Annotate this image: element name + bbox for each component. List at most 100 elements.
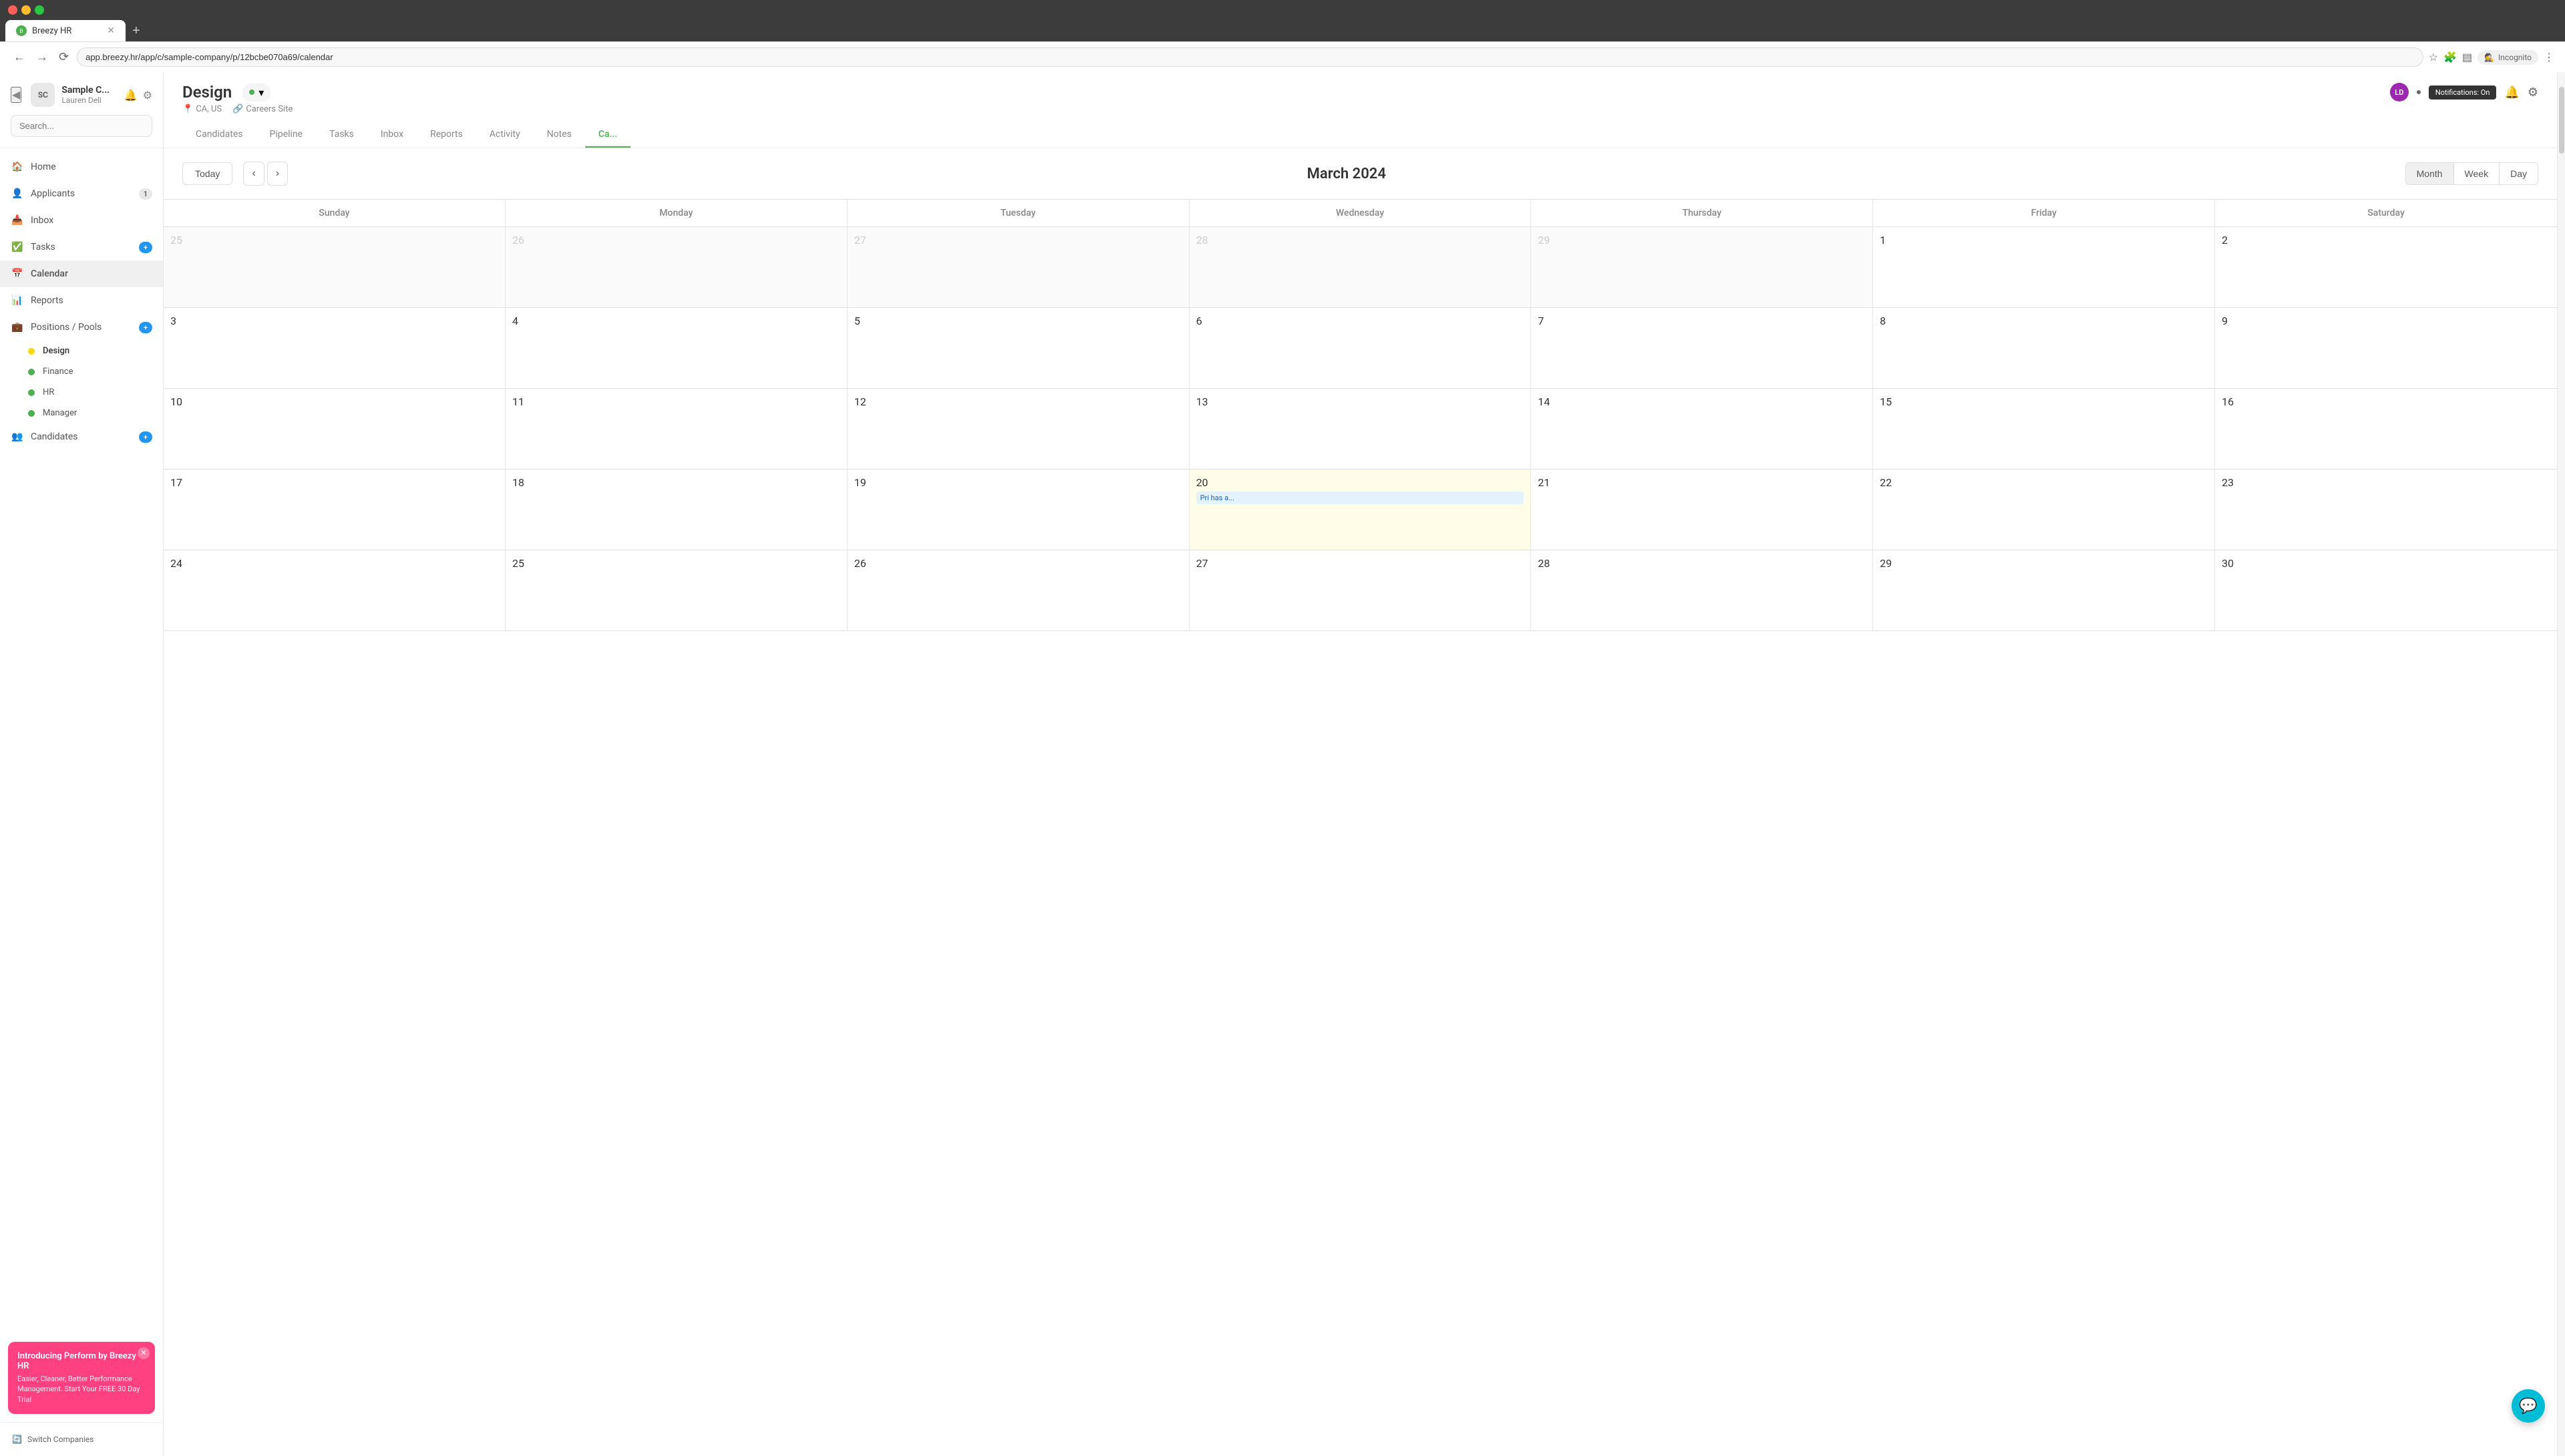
calendar-cell[interactable]: 1 bbox=[1873, 227, 2215, 307]
switch-companies-button[interactable]: 🔄 Switch Companies bbox=[8, 1431, 155, 1448]
sidebar-item-reports[interactable]: 📊 Reports bbox=[0, 287, 163, 314]
sidebar-promo: ✕ Introducing Perform by Breezy HR Easie… bbox=[8, 1342, 155, 1414]
calendar-cell[interactable]: 2 bbox=[2215, 227, 2557, 307]
tab-close-button[interactable]: ✕ bbox=[107, 25, 115, 36]
sidebar-item-calendar[interactable]: 📅 Calendar bbox=[0, 260, 163, 287]
bookmark-icon[interactable]: ☆ bbox=[2429, 51, 2438, 63]
close-window-button[interactable] bbox=[8, 5, 17, 15]
calendar-cell[interactable]: 23 bbox=[2215, 470, 2557, 550]
new-tab-button[interactable]: + bbox=[127, 21, 146, 41]
calendar-cell[interactable]: 8 bbox=[1873, 308, 2215, 388]
tab-notes[interactable]: Notes bbox=[534, 122, 585, 148]
sub-item-hr[interactable]: HR bbox=[0, 382, 163, 403]
tab-favicon: B bbox=[16, 25, 27, 36]
promo-close-button[interactable]: ✕ bbox=[138, 1347, 150, 1359]
calendar-week-1: 25 26 27 28 29 bbox=[164, 227, 2557, 308]
tab-reports[interactable]: Reports bbox=[417, 122, 476, 148]
calendar-cell[interactable]: 14 bbox=[1531, 389, 1873, 469]
notification-bell-position-icon[interactable]: 🔔 bbox=[2504, 85, 2519, 100]
sidebar-item-label: Inbox bbox=[31, 215, 53, 226]
tab-pipeline[interactable]: Pipeline bbox=[256, 122, 317, 148]
calendar-cell[interactable]: 6 bbox=[1190, 308, 1532, 388]
calendar-controls: Today ‹ › March 2024 Month Week Day bbox=[164, 148, 2557, 199]
calendar-cell[interactable]: 28 bbox=[1531, 550, 1873, 630]
scrollbar-thumb[interactable] bbox=[2559, 87, 2564, 154]
calendar-cell[interactable]: 11 bbox=[506, 389, 848, 469]
tab-calendar[interactable]: Ca... bbox=[585, 122, 631, 148]
calendar-cell[interactable]: 19 bbox=[848, 470, 1190, 550]
calendar-cell[interactable]: 26 bbox=[506, 227, 848, 307]
cell-date: 18 bbox=[512, 476, 840, 489]
sub-item-design[interactable]: Design bbox=[0, 341, 163, 361]
browser-tab-active[interactable]: B Breezy HR ✕ bbox=[5, 20, 126, 41]
prev-month-button[interactable]: ‹ bbox=[243, 162, 264, 186]
browser-tabs: B Breezy HR ✕ + bbox=[0, 20, 2565, 41]
position-careers-link[interactable]: 🔗 Careers Site bbox=[232, 104, 293, 114]
calendar-cell[interactable]: 4 bbox=[506, 308, 848, 388]
sidebar-item-candidates[interactable]: 👥 Candidates + bbox=[0, 423, 163, 450]
calendar-week-2: 3 4 5 6 7 8 9 bbox=[164, 308, 2557, 389]
calendar-cell[interactable]: 15 bbox=[1873, 389, 2215, 469]
calendar-cell[interactable]: 27 bbox=[848, 227, 1190, 307]
calendar-cell[interactable]: 3 bbox=[164, 308, 506, 388]
sub-item-manager[interactable]: Manager bbox=[0, 403, 163, 423]
today-button[interactable]: Today bbox=[182, 162, 232, 185]
tab-activity[interactable]: Activity bbox=[476, 122, 534, 148]
sub-item-finance[interactable]: Finance bbox=[0, 361, 163, 382]
status-dropdown-icon[interactable]: ▾ bbox=[259, 86, 264, 99]
calendar-cell[interactable]: 7 bbox=[1531, 308, 1873, 388]
calendar-cell[interactable]: 16 bbox=[2215, 389, 2557, 469]
cell-date: 26 bbox=[854, 557, 1182, 570]
calendar-cell[interactable]: 28 bbox=[1190, 227, 1532, 307]
calendar-cell[interactable]: 24 bbox=[164, 550, 506, 630]
calendar-cell[interactable]: 25 bbox=[506, 550, 848, 630]
sidebar-item-applicants[interactable]: 👤 Applicants 1 bbox=[0, 180, 163, 207]
calendar-cell[interactable]: 5 bbox=[848, 308, 1190, 388]
tab-tasks[interactable]: Tasks bbox=[316, 122, 367, 148]
calendar-cell[interactable]: 26 bbox=[848, 550, 1190, 630]
sidebar-item-positions-pools[interactable]: 💼 Positions / Pools + bbox=[0, 314, 163, 341]
calendar-cell[interactable]: 27 bbox=[1190, 550, 1532, 630]
sidebar-item-home[interactable]: 🏠 Home bbox=[0, 154, 163, 180]
month-view-button[interactable]: Month bbox=[2406, 163, 2454, 184]
next-month-button[interactable]: › bbox=[267, 162, 288, 186]
sidebar-item-tasks[interactable]: ✅ Tasks + bbox=[0, 234, 163, 260]
calendar-week-3: 10 11 12 13 14 15 16 bbox=[164, 389, 2557, 470]
menu-icon[interactable]: ⋮ bbox=[2544, 51, 2554, 63]
extensions-icon[interactable]: 🧩 bbox=[2443, 51, 2457, 63]
home-icon: 🏠 bbox=[11, 160, 24, 174]
calendar-cell[interactable]: 25 bbox=[164, 227, 506, 307]
calendar-cell[interactable]: 12 bbox=[848, 389, 1190, 469]
settings-position-icon[interactable]: ⚙ bbox=[2528, 85, 2538, 100]
back-button[interactable]: ← bbox=[11, 47, 28, 67]
search-input[interactable] bbox=[11, 115, 152, 137]
week-view-button[interactable]: Week bbox=[2454, 163, 2500, 184]
scrollbar[interactable] bbox=[2557, 72, 2565, 1456]
calendar-cell[interactable]: 13 bbox=[1190, 389, 1532, 469]
reload-button[interactable]: ⟳ bbox=[56, 47, 71, 67]
calendar-cell[interactable]: 22 bbox=[1873, 470, 2215, 550]
calendar-cell[interactable]: 21 bbox=[1531, 470, 1873, 550]
calendar-cell[interactable]: 9 bbox=[2215, 308, 2557, 388]
calendar-cell[interactable]: 29 bbox=[1873, 550, 2215, 630]
day-view-button[interactable]: Day bbox=[2500, 163, 2538, 184]
calendar-cell[interactable]: 17 bbox=[164, 470, 506, 550]
calendar-event[interactable]: Pri has a... bbox=[1196, 492, 1524, 504]
settings-gear-icon[interactable]: ⚙ bbox=[143, 89, 152, 102]
calendar-cell[interactable]: 18 bbox=[506, 470, 848, 550]
calendar-cell-20[interactable]: 20 Pri has a... bbox=[1190, 470, 1532, 550]
calendar-cell[interactable]: 30 bbox=[2215, 550, 2557, 630]
chat-bubble[interactable]: 💬 bbox=[2512, 1389, 2545, 1423]
calendar-cell[interactable]: 10 bbox=[164, 389, 506, 469]
forward-button[interactable]: → bbox=[33, 47, 51, 67]
notification-bell-icon[interactable]: 🔔 bbox=[124, 89, 138, 102]
maximize-window-button[interactable] bbox=[35, 5, 44, 15]
minimize-window-button[interactable] bbox=[21, 5, 31, 15]
address-bar[interactable] bbox=[77, 47, 2423, 67]
sidebar-collapse-button[interactable]: ◀ bbox=[11, 87, 21, 103]
tab-inbox[interactable]: Inbox bbox=[367, 122, 417, 148]
sidebar-toggle-icon[interactable]: ▤ bbox=[2462, 51, 2472, 63]
tab-candidates[interactable]: Candidates bbox=[182, 122, 256, 148]
sidebar-item-inbox[interactable]: 📥 Inbox bbox=[0, 207, 163, 234]
calendar-cell[interactable]: 29 bbox=[1531, 227, 1873, 307]
